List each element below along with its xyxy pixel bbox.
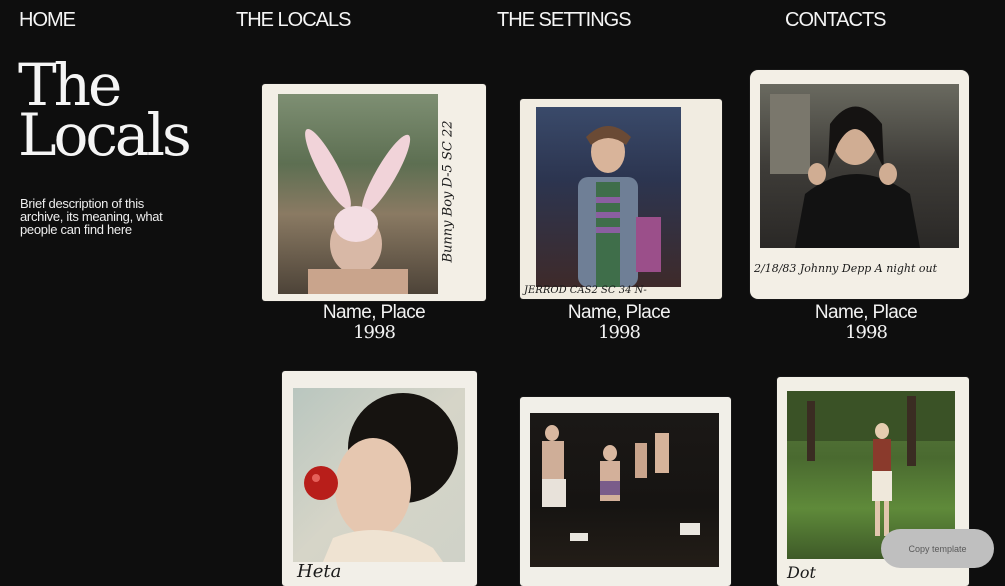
card-year: 1998 [845, 322, 888, 343]
handwritten-note: JERROD CAS2 SC 34 N- [524, 285, 647, 296]
card-name: Name, Place [814, 302, 918, 323]
photo-image [760, 84, 959, 248]
card-name: Name, Place [567, 302, 671, 323]
page-title: The Locals [18, 56, 192, 169]
polaroid-photo[interactable] [520, 397, 731, 586]
card-year: 1998 [598, 322, 641, 343]
polaroid-photo[interactable]: Heta [282, 371, 477, 586]
photo-subject [542, 425, 700, 541]
polaroid-photo[interactable]: JERROD CAS2 SC 34 N- [520, 99, 722, 299]
handwritten-note: Dot [787, 563, 816, 582]
card-name: Name, Place [322, 302, 426, 323]
photo-image [278, 94, 438, 294]
photo-image [530, 413, 719, 567]
photo-image [536, 107, 681, 287]
nav-the-settings[interactable]: THE SETTINGS [497, 9, 632, 32]
photo-subject [770, 94, 920, 248]
handwritten-note: Bunny Boy D-5 SC 22 [440, 120, 456, 263]
photo-subject [304, 393, 458, 562]
photo-image [293, 388, 465, 562]
photo-subject [578, 126, 661, 287]
nav-contacts[interactable]: CONTACTS [785, 9, 887, 32]
polaroid-photo[interactable]: 2/18/83 Johnny Depp A night out [750, 70, 969, 299]
nav-home[interactable]: HOME [19, 9, 76, 32]
handwritten-note: 2/18/83 Johnny Depp A night out [754, 262, 938, 275]
archive-description: Brief description of this archive, its m… [20, 196, 163, 237]
polaroid-photo[interactable]: Bunny Boy D-5 SC 22 [262, 84, 486, 301]
nav-the-locals[interactable]: THE LOCALS [236, 9, 351, 32]
copy-template-button[interactable]: Copy template [881, 529, 994, 568]
card-year: 1998 [353, 322, 396, 343]
photo-subject [305, 128, 411, 294]
page-title-line-2: Locals [18, 101, 192, 169]
handwritten-note: Heta [297, 561, 342, 582]
